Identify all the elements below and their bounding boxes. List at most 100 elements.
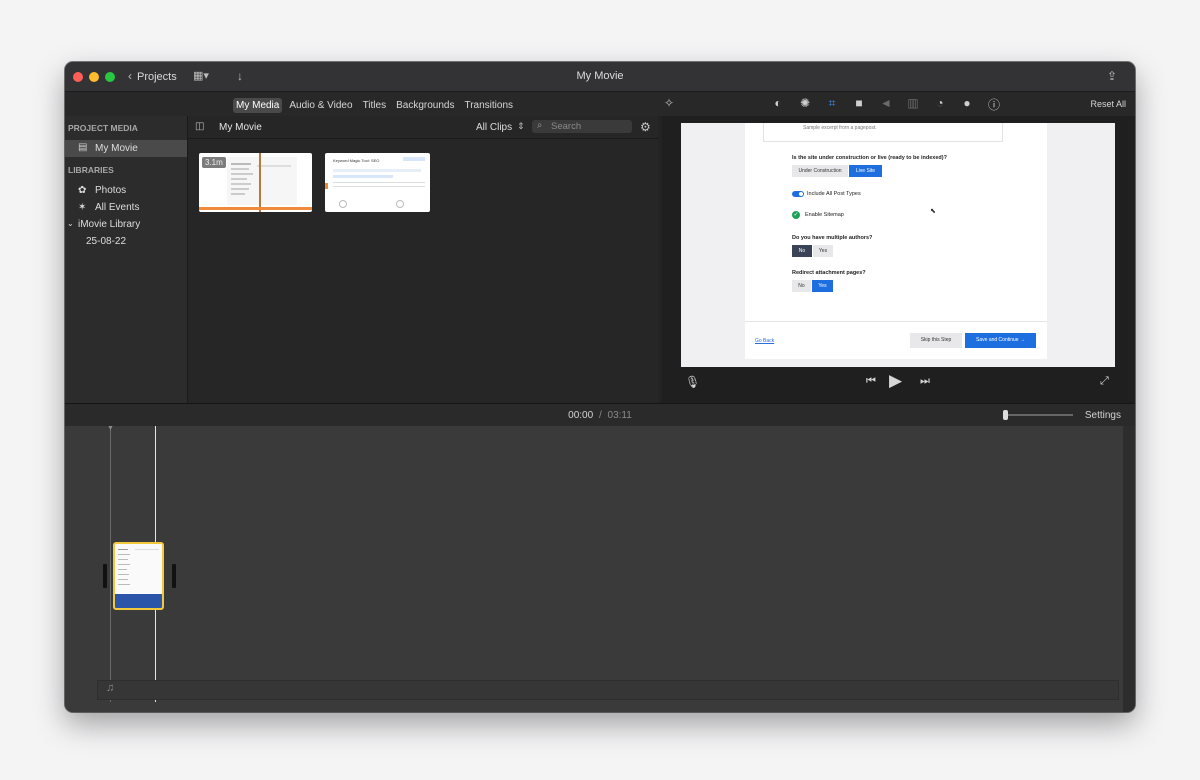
all-clips-dropdown[interactable]: All Clips	[476, 122, 512, 133]
question-attachments: Redirect attachment pages?	[792, 270, 866, 276]
sidebar-item-label: My Movie	[95, 143, 138, 154]
used-range-bar	[199, 207, 312, 210]
noise-reduction-icon[interactable]: ▥	[905, 96, 921, 113]
used-range-marker	[325, 183, 328, 189]
clip-filter-icon[interactable]: ●	[959, 96, 975, 113]
sidebar-item-imovie-library[interactable]: iMovie Library	[78, 219, 140, 230]
thumbnail-content	[227, 157, 297, 205]
clapper-icon: ▤	[78, 142, 88, 153]
project-media-header: PROJECT MEDIA	[68, 123, 138, 133]
question-authors: Do you have multiple authors?	[792, 235, 873, 241]
viewer-frame: Sample excerpt from a pagepost. Is the s…	[681, 123, 1115, 367]
speed-icon[interactable]: ◔	[932, 96, 948, 113]
live-site-button[interactable]: Live Site	[849, 165, 882, 177]
info-icon[interactable]: ⓘ	[986, 96, 1002, 113]
browser-header: ◫ My Movie All Clips ⇕ ⌕ Search ⚙	[188, 116, 658, 139]
media-toolbar: My Media Audio & Video Titles Background…	[65, 92, 1135, 116]
skimmer-line	[259, 153, 261, 212]
music-note-icon: ♫	[106, 682, 115, 694]
gear-icon[interactable]: ⚙	[640, 120, 651, 134]
under-construction-button[interactable]: Under Construction	[792, 165, 848, 177]
zoom-slider-thumb[interactable]	[1003, 410, 1008, 420]
search-placeholder: Search	[551, 121, 582, 132]
question-construction: Is the site under construction or live (…	[792, 155, 947, 161]
color-balance-icon[interactable]: ◐	[770, 96, 786, 113]
crop-icon[interactable]: ⌗	[824, 96, 840, 113]
attachments-no-button[interactable]: No	[792, 280, 811, 292]
browser-title: My Movie	[219, 122, 262, 133]
clip-trim-handle-left[interactable]	[103, 564, 107, 588]
current-time: 00:00	[568, 410, 594, 421]
photos-icon: ✿	[78, 185, 87, 196]
sidebar-item-my-movie[interactable]: ▤ My Movie	[65, 140, 187, 157]
playhead-marker-icon: ▼	[107, 425, 114, 432]
tab-titles[interactable]: Titles	[360, 98, 390, 113]
skip-step-button[interactable]: Skip this Step	[910, 333, 962, 348]
search-icon: ⌕	[537, 120, 543, 131]
stabilization-icon[interactable]: ■	[851, 96, 867, 113]
toggle-label: Include All Post Types	[807, 191, 861, 197]
excerpt-text: Sample excerpt from a pagepost.	[803, 125, 877, 131]
viewer-adjustment-tools: ◐ ✺ ⌗ ■ ◄ ▥ ◔ ● ⓘ	[770, 96, 1002, 113]
color-correction-icon[interactable]: ✺	[797, 96, 813, 113]
mouse-cursor-icon: ⬉	[930, 208, 936, 215]
timeline-header: 00:00 / 03:11 Settings	[65, 403, 1135, 427]
thumbnail-title: Keyword Magic Tool: SEO	[333, 158, 380, 163]
sidebar-item-photos[interactable]: Photos	[95, 185, 126, 196]
skip-back-icon[interactable]: ⏮	[866, 375, 876, 388]
timecode: 00:00 / 03:11	[65, 410, 1135, 421]
reset-all-button[interactable]: Reset All	[1090, 99, 1126, 109]
search-input[interactable]: ⌕ Search	[532, 120, 632, 133]
save-continue-button[interactable]: Save and Continue →	[965, 333, 1036, 348]
sidebar-item-all-events[interactable]: All Events	[95, 202, 139, 213]
tab-my-media[interactable]: My Media	[233, 98, 283, 113]
check-icon: ✓	[792, 211, 800, 219]
libraries-header: LIBRARIES	[68, 165, 114, 175]
spinner-icon	[339, 200, 347, 208]
clip-thumbnail[interactable]: 3.1m	[199, 153, 312, 212]
browser-tabs: My Media Audio & Video Titles Background…	[233, 98, 516, 113]
authors-yes-button[interactable]: Yes	[813, 245, 833, 257]
libraries-sidebar: PROJECT MEDIA ▤ My Movie LIBRARIES ✿ Pho…	[65, 116, 188, 403]
volume-icon[interactable]: ◄	[878, 96, 894, 113]
timeline-scrollbar[interactable]	[1123, 426, 1135, 712]
clip-duration: 3.1m	[202, 157, 226, 168]
imovie-window: ‹ Projects ▦▾ ↓ My Movie ⇪ My Media Audi…	[65, 62, 1135, 712]
spinner-icon	[396, 200, 404, 208]
authors-no-button[interactable]: No	[792, 245, 812, 257]
chevron-down-icon[interactable]: ⌄	[67, 219, 74, 228]
sidebar-item-event-date[interactable]: 25-08-22	[86, 236, 126, 247]
check-label: Enable Sitemap	[805, 212, 844, 218]
microphone-icon[interactable]: 🎙	[685, 375, 700, 389]
settings-button[interactable]: Settings	[1085, 410, 1121, 421]
go-back-link[interactable]: Go Back	[755, 338, 774, 344]
zoom-slider[interactable]	[1003, 410, 1073, 420]
viewer: Sample excerpt from a pagepost. Is the s…	[662, 116, 1135, 403]
tab-audio-video[interactable]: Audio & Video	[286, 98, 355, 113]
fullscreen-icon[interactable]: ⤢	[1100, 375, 1109, 388]
timeline-clip[interactable]	[113, 542, 164, 610]
chevron-updown-icon[interactable]: ⇕	[517, 121, 525, 132]
timeline[interactable]: ▼ ♫	[65, 425, 1123, 712]
toggle-switch[interactable]	[792, 191, 804, 197]
total-time: 03:11	[607, 410, 632, 421]
clip-trim-handle-right[interactable]	[172, 564, 176, 588]
tab-backgrounds[interactable]: Backgrounds	[393, 98, 457, 113]
clip-thumbnail[interactable]: Keyword Magic Tool: SEO	[325, 153, 430, 212]
attachments-yes-button[interactable]: Yes	[812, 280, 833, 292]
title-bar: ‹ Projects ▦▾ ↓ My Movie ⇪	[65, 62, 1135, 92]
skimmer-line	[110, 426, 111, 702]
clip-audio-waveform	[115, 594, 162, 608]
star-icon: ✶	[78, 202, 87, 213]
skip-forward-icon[interactable]: ⏭	[920, 375, 930, 388]
magic-wand-icon[interactable]: ✧	[664, 96, 674, 110]
sidebar-toggle-icon[interactable]: ◫	[195, 121, 204, 132]
tab-transitions[interactable]: Transitions	[461, 98, 516, 113]
time-separator: /	[598, 410, 602, 421]
share-icon[interactable]: ⇪	[1107, 69, 1117, 83]
background-music-track[interactable]: ♫	[97, 680, 1119, 700]
media-browser: ◫ My Movie All Clips ⇕ ⌕ Search ⚙ 3.1m K…	[188, 116, 658, 403]
play-icon[interactable]: ▶	[889, 371, 902, 391]
setup-wizard-card: Sample excerpt from a pagepost. Is the s…	[745, 123, 1047, 359]
window-title: My Movie	[576, 70, 624, 82]
